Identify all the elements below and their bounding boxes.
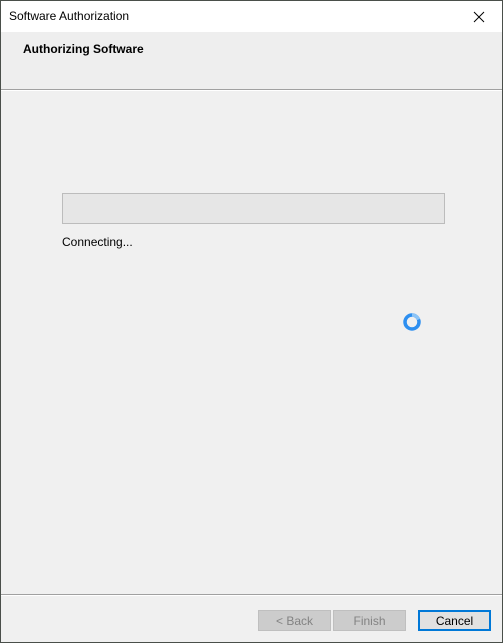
- wizard-header: Authorizing Software: [1, 32, 502, 89]
- status-text: Connecting...: [62, 235, 133, 249]
- back-button[interactable]: < Back: [258, 610, 331, 631]
- software-authorization-dialog: Software Authorization Authorizing Softw…: [0, 0, 503, 643]
- footer-divider: [1, 594, 502, 596]
- header-divider: [1, 89, 502, 91]
- close-button[interactable]: [456, 1, 502, 32]
- cancel-button[interactable]: Cancel: [418, 610, 491, 631]
- finish-button[interactable]: Finish: [333, 610, 406, 631]
- close-icon: [473, 11, 485, 22]
- title-bar: Software Authorization: [1, 1, 502, 32]
- window-title: Software Authorization: [9, 9, 130, 23]
- page-title: Authorizing Software: [23, 42, 144, 56]
- progress-bar: [62, 193, 445, 224]
- loading-spinner-icon: [403, 313, 421, 331]
